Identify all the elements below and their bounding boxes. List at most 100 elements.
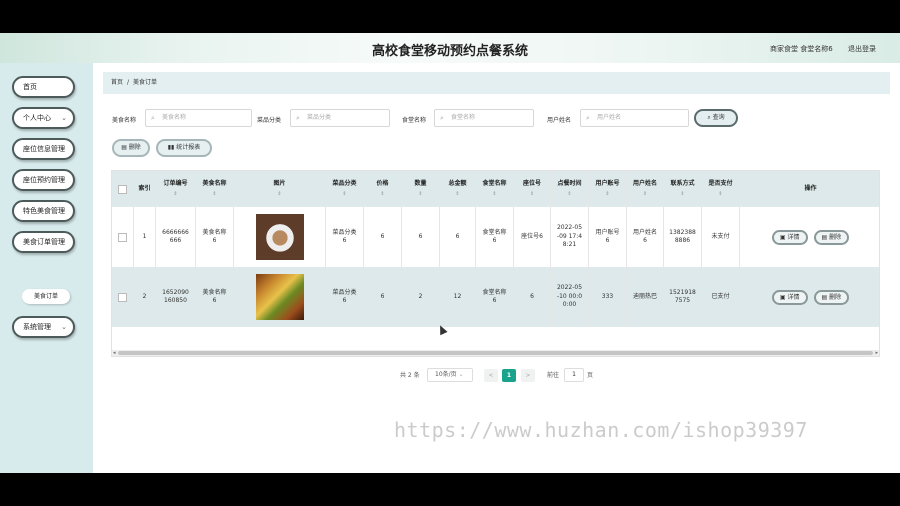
header-cell[interactable]: 是否支付 ⇕ [702,171,740,207]
detail-button[interactable]: ▣ 详情 [771,229,808,245]
canteen-input[interactable]: ⌕ 食堂名称 [434,109,534,127]
report-button[interactable]: ▮▮ 统计报表 [156,139,212,157]
cell-index: 1 [134,207,156,267]
sidebar-item-special-food[interactable]: 特色美食管理 [12,200,75,222]
sort-icon: ⇕ [680,190,685,197]
sort-icon: ⇕ [718,190,723,197]
checkbox[interactable] [118,232,127,242]
page-size-select[interactable]: 10条/页 ⌄ [427,368,473,382]
orders-table: 索引 订单编号 ⇕ 美食名称 ⇕ 图片 ⇕ 菜品分类 ⇕ 价格 ⇕ 数量 ⇕ 总金额 ⇕ 食堂… [111,170,880,357]
cell-total: 12 [440,267,476,327]
sidebar-item-food-orders[interactable]: 美食订单管理 [12,231,75,253]
scrollbar-thumb[interactable] [118,351,873,355]
cell-phone: 1521918 7575 [664,267,702,327]
cell-price: 6 [364,207,402,267]
goto-page-input[interactable]: 1 [564,368,584,382]
sort-icon: ⇕ [455,190,460,197]
sidebar-item-seat-info[interactable]: 座位信息管理 [12,138,75,160]
next-page-button[interactable]: > [521,369,535,382]
sidebar-subitem-food-order[interactable]: 美食订单 [22,289,70,304]
input-placeholder: 美食名称 [162,114,187,121]
food-photo-skewers [255,274,304,320]
input-placeholder: 菜品分类 [307,114,332,121]
header-cell[interactable]: 用户姓名 ⇕ [627,171,664,207]
delete-button[interactable]: ▤ 删除 [813,229,850,245]
header-cell[interactable]: 座位号 ⇕ [514,171,551,207]
cell-time: 2022-05 -10 00:0 0:00 [551,267,589,327]
row-select[interactable] [112,207,134,267]
sort-icon: ⇕ [212,190,217,197]
bar-chart-icon: ▮▮ [167,144,177,151]
sidebar-item-system[interactable]: 系统管理 ⌄ [12,316,75,338]
cell-order-no: 1652090 160850 [156,267,196,327]
header-cell[interactable]: 食堂名称 ⇕ [476,171,514,207]
checkbox[interactable] [118,292,127,302]
page-1-button[interactable]: 1 [502,369,516,382]
scroll-left-icon[interactable]: ◂ [113,350,116,356]
sidebar-item-personal-center[interactable]: 个人中心 ⌄ [12,107,75,129]
cell-account: 用户账号 6 [589,207,627,267]
cell-index: 2 [134,267,156,327]
header-cell[interactable]: 联系方式 ⇕ [664,171,702,207]
header-cell[interactable]: 数量 ⇕ [402,171,440,207]
delete-label: 删除 [128,144,141,151]
cell-qty: 2 [402,267,440,327]
horizontal-scrollbar[interactable]: ◂ ▸ [112,350,879,356]
header-cell[interactable]: 用户账号 ⇕ [589,171,627,207]
watermark: https://www.huzhan.com/ishop39397 [394,418,808,442]
breadcrumb-separator: / [127,79,130,86]
filter-label-canteen: 食堂名称 [402,117,427,124]
cell-image [234,267,326,327]
sidebar-item-label: 座位预约管理 [23,176,65,184]
category-input[interactable]: ⌕ 菜品分类 [290,109,390,127]
query-button[interactable]: ⌕ 查询 [694,109,738,127]
sidebar-item-seat-booking[interactable]: 座位预约管理 [12,169,75,191]
merchant-name: 商家食堂 食堂名称6 [770,45,833,53]
header-cell[interactable]: 点餐时间 ⇕ [551,171,589,207]
prev-page-button[interactable]: < [484,369,498,382]
cell-total: 6 [440,207,476,267]
cell-user: 迪丽热巴 [627,267,664,327]
cell-phone: 1382388 8886 [664,207,702,267]
food-name-input[interactable]: ⌕ 美食名称 [145,109,252,127]
app-screen: 高校食堂移动预约点餐系统 商家食堂 食堂名称6 退出登录 首页 个人中心 ⌄ 座… [0,33,900,473]
scroll-right-icon[interactable]: ▸ [875,350,878,356]
bulk-delete-button[interactable]: ▤ 删除 [112,139,150,157]
cell-seat: 6 [514,267,551,327]
header-cell[interactable]: 美食名称 ⇕ [196,171,234,207]
sort-icon: ⇕ [642,190,648,197]
cell-food-name: 美食名称 6 [196,267,234,327]
detail-button[interactable]: ▣ 详情 [771,289,808,305]
cell-category: 菜品分类 6 [326,207,364,267]
input-placeholder: 食堂名称 [451,114,476,121]
header-cell: 操作 [804,184,817,192]
table-header: 索引 订单编号 ⇕ 美食名称 ⇕ 图片 ⇕ 菜品分类 ⇕ 价格 ⇕ 数量 ⇕ 总金额 ⇕ 食堂… [112,171,879,207]
sort-icon: ⇕ [277,190,282,197]
pagination-total: 共 2 条 [400,372,420,379]
row-select[interactable] [112,267,134,327]
cell-price: 6 [364,267,402,327]
sort-icon: ⇕ [342,190,347,197]
header-cell[interactable]: 图片 ⇕ [234,171,326,207]
header-cell[interactable]: 总金额 ⇕ [440,171,476,207]
cell-account: 333 [589,267,627,327]
header-cell: 索引 [134,171,156,207]
checkbox[interactable] [118,184,127,194]
header-cell[interactable]: 价格 ⇕ [364,171,402,207]
app-title: 高校食堂移动预约点餐系统 [371,44,528,59]
trash-icon: ▤ [821,293,830,301]
breadcrumb-home[interactable]: 首页 [111,79,123,86]
header-cell[interactable]: 菜品分类 ⇕ [326,171,364,207]
logout-link[interactable]: 退出登录 [848,44,876,54]
cell-canteen: 食堂名称 6 [476,207,514,267]
header-cell[interactable]: 订单编号 ⇕ [156,171,196,207]
sort-icon: ⇕ [380,190,385,197]
delete-button[interactable]: ▤ 删除 [813,289,850,305]
header-select-all[interactable] [112,171,134,207]
sort-icon: ⇕ [492,190,497,197]
sidebar-item-home[interactable]: 首页 [12,76,75,98]
food-photo-plate [255,214,304,260]
trash-icon: ▤ [121,144,129,151]
sidebar-item-label: 系统管理 [23,323,51,331]
user-name-input[interactable]: ⌕ 用户姓名 [580,109,689,127]
